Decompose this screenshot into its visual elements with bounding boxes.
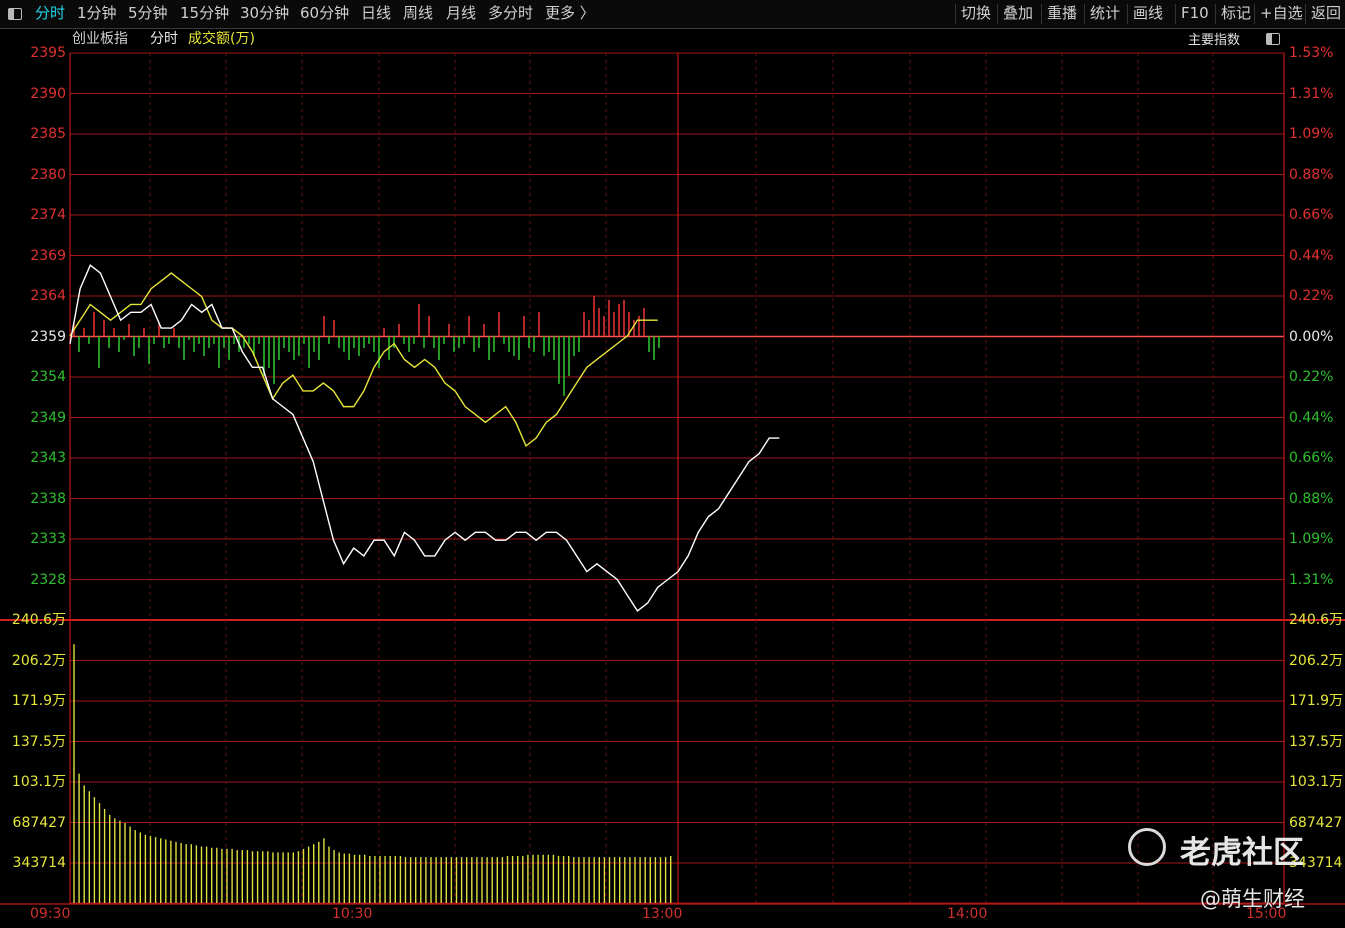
pct-tick-right: 1.09% <box>1289 531 1334 547</box>
volume-tick-left: 240.6万 <box>11 612 66 628</box>
price-tick-left: 2349 <box>30 409 66 426</box>
price-tick-left: 2364 <box>30 288 66 304</box>
tiger-logo-icon <box>1128 828 1166 866</box>
volume-tick-left: 206.2万 <box>11 652 66 669</box>
pct-tick-right: 0.00% <box>1289 328 1334 345</box>
volume-tick-right: 137.5万 <box>1289 733 1344 750</box>
pct-tick-right: 0.66% <box>1289 207 1334 223</box>
time-tick: 13:00 <box>642 906 683 922</box>
price-tick-left: 2374 <box>30 207 66 223</box>
time-tick: 10:30 <box>332 906 373 922</box>
pct-tick-right: 1.53% <box>1289 45 1334 61</box>
volume-tick-left: 343714 <box>12 855 66 871</box>
pct-tick-right: 0.88% <box>1289 490 1334 507</box>
volume-tick-left: 171.9万 <box>11 693 66 709</box>
pct-tick-right: 0.22% <box>1289 288 1334 304</box>
pct-tick-right: 0.88% <box>1289 166 1334 183</box>
volume-tick-left: 137.5万 <box>11 733 66 750</box>
price-tick-left: 2328 <box>30 571 66 588</box>
pct-tick-right: 0.44% <box>1289 247 1334 264</box>
volume-tick-right: 206.2万 <box>1289 652 1344 669</box>
price-tick-left: 2343 <box>30 450 66 466</box>
volume-tick-left: 103.1万 <box>11 774 66 790</box>
pct-tick-right: 0.66% <box>1289 450 1334 466</box>
volume-tick-left: 687427 <box>12 814 66 831</box>
price-tick-left: 2333 <box>30 531 66 547</box>
volume-tick-right: 240.6万 <box>1289 612 1344 628</box>
pct-tick-right: 1.31% <box>1289 85 1334 102</box>
pct-tick-right: 0.22% <box>1289 369 1334 385</box>
pct-tick-right: 0.44% <box>1289 409 1334 426</box>
price-tick-left: 2338 <box>30 490 66 507</box>
price-tick-left: 2359 <box>30 328 66 345</box>
intraday-chart <box>0 52 1345 905</box>
watermark-logo-text: 老虎社区 <box>1180 835 1304 871</box>
plot-frame <box>69 52 1285 904</box>
watermark-author: @萌生财经 <box>1200 887 1305 911</box>
price-line <box>69 264 780 612</box>
pct-tick-right: 1.09% <box>1289 126 1334 142</box>
time-tick: 09:30 <box>30 906 71 922</box>
price-tick-left: 2380 <box>30 166 66 183</box>
price-tick-left: 2354 <box>30 369 66 385</box>
price-tick-left: 2390 <box>30 85 66 102</box>
volume-tick-right: 103.1万 <box>1289 774 1344 790</box>
price-tick-left: 2395 <box>30 45 66 61</box>
price-tick-left: 2385 <box>30 126 66 142</box>
pct-tick-right: 1.31% <box>1289 571 1334 588</box>
volume-tick-right: 171.9万 <box>1289 693 1344 709</box>
price-tick-left: 2369 <box>30 247 66 264</box>
time-tick: 14:00 <box>947 906 988 922</box>
